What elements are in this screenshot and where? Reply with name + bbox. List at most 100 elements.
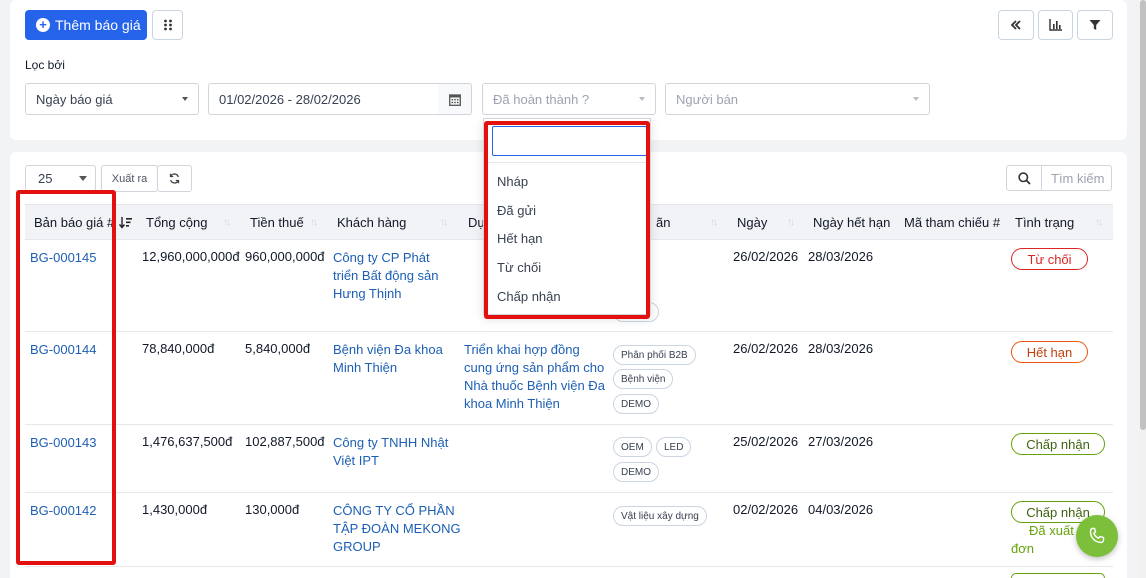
date-range-input[interactable]: 01/02/2026 - 28/02/2026 xyxy=(208,83,439,115)
tax-value: 960,000,000đ xyxy=(245,249,325,264)
sort-icon[interactable]: ↑↓ xyxy=(223,217,231,228)
status-placeholder: Đã hoàn thành ? xyxy=(493,91,590,107)
search-icon xyxy=(1017,171,1031,185)
invoiced-note: Đã xuất đơn xyxy=(1011,522,1074,558)
project-line: Nhà thuốc Bệnh viện Đa xyxy=(464,378,605,393)
refresh-icon xyxy=(169,173,180,184)
customer-line: Hưng Thịnh xyxy=(333,286,402,301)
row-divider xyxy=(25,492,1113,493)
customer-line: CÔNG TY CỔ PHẦN xyxy=(333,503,455,518)
plus-icon: + xyxy=(36,18,50,32)
total-value: 1,430,000đ xyxy=(142,502,208,517)
grid-menu-button[interactable] xyxy=(152,10,183,40)
dropdown-option[interactable]: Nháp xyxy=(497,174,528,189)
customer-link[interactable]: Bệnh viện Đa khoa Minh Thiện xyxy=(333,341,443,377)
phone-icon xyxy=(1089,527,1105,544)
date-value: 26/02/2026 xyxy=(733,341,799,356)
add-quote-button[interactable]: + Thêm báo giá xyxy=(25,10,147,40)
dropdown-option[interactable]: Hết hạn xyxy=(497,231,543,246)
customer-link[interactable]: Công ty CP Phát triển Bất động sản Hưng … xyxy=(333,249,439,303)
status-badge-partial xyxy=(1011,573,1105,578)
scrollbar-thumb[interactable] xyxy=(1140,0,1146,430)
dropdown-option[interactable]: Từ chối xyxy=(497,260,541,275)
sort-desc-icon[interactable] xyxy=(119,217,132,229)
status-badge: Chấp nhận xyxy=(1011,433,1105,455)
customer-line: TẬP ĐOÀN MEKONG xyxy=(333,521,461,536)
filter-button[interactable] xyxy=(1077,10,1113,40)
sort-icon[interactable]: ↑↓ xyxy=(787,217,795,228)
dropdown-option[interactable]: Chấp nhận xyxy=(497,289,561,304)
row-divider xyxy=(25,331,1113,332)
call-button[interactable] xyxy=(1076,515,1118,557)
tag-badge: DEMO xyxy=(613,394,659,414)
header-total[interactable]: Tổng cộng xyxy=(146,215,207,230)
header-quote-id[interactable]: Bản báo giá # xyxy=(34,215,114,230)
header-tags[interactable]: ãn xyxy=(656,215,670,230)
customer-link[interactable]: Công ty TNHH Nhật Việt IPT xyxy=(333,434,448,470)
dropdown-option[interactable]: Đã gửi xyxy=(497,203,536,218)
dropdown-search-input[interactable] xyxy=(492,126,647,156)
expiry-value: 28/03/2026 xyxy=(808,341,874,356)
tag-badge: Phân phối B2B xyxy=(613,345,696,365)
dropdown-divider xyxy=(484,162,650,163)
invoiced-note-line: Đã xuất xyxy=(1029,523,1074,538)
status-badge: Từ chối xyxy=(1011,248,1088,270)
grid-dots-icon xyxy=(163,19,172,31)
quote-id-link[interactable]: BG-000142 xyxy=(30,502,97,520)
quote-id-link[interactable]: BG-000143 xyxy=(30,434,97,452)
header-date[interactable]: Ngày xyxy=(737,215,767,230)
tax-value: 130,000đ xyxy=(245,502,300,517)
customer-line: Công ty TNHH Nhật xyxy=(333,435,449,450)
sort-icon[interactable]: ↑↓ xyxy=(310,217,318,228)
header-customer[interactable]: Khách hàng xyxy=(337,215,406,230)
tag-badge: DEMO xyxy=(613,462,659,482)
date-type-select[interactable]: Ngày báo giá xyxy=(25,83,199,115)
tax-value: 102,887,500đ xyxy=(245,434,325,449)
chart-button[interactable] xyxy=(1038,10,1073,40)
tax-value: 5,840,000đ xyxy=(245,341,311,356)
header-expiry[interactable]: Ngày hết hạn xyxy=(813,215,890,230)
page-size-select[interactable]: 25 xyxy=(25,165,96,191)
search-placeholder: Tìm kiếm xyxy=(1051,170,1105,186)
quote-id-link[interactable]: BG-000145 xyxy=(30,249,97,267)
quote-id-link[interactable]: BG-000144 xyxy=(30,341,97,359)
export-button[interactable]: Xuất ra xyxy=(101,165,158,192)
total-value: 12,960,000,000đ xyxy=(142,249,240,264)
caret-down-icon xyxy=(79,176,87,181)
tag-badge: Bệnh viện xyxy=(613,369,674,389)
sort-icon[interactable]: ↑↓ xyxy=(1095,217,1103,228)
tag-badge: OEM xyxy=(613,437,652,457)
status-select[interactable]: Đã hoàn thành ? xyxy=(482,83,656,115)
caret-down-icon xyxy=(182,97,188,101)
date-value: 25/02/2026 xyxy=(733,434,799,449)
sort-icon[interactable]: ↑↓ xyxy=(710,217,718,228)
calendar-button[interactable] xyxy=(438,83,472,115)
seller-select[interactable]: Người bán xyxy=(665,83,930,115)
filter-icon xyxy=(1089,20,1101,30)
date-value: 02/02/2026 xyxy=(733,502,799,517)
tag-badge: LED xyxy=(656,437,692,457)
project-line: khoa Minh Thiện xyxy=(464,396,560,411)
header-ref[interactable]: Mã tham chiếu # xyxy=(904,215,1000,230)
customer-link[interactable]: CÔNG TY CỔ PHẦN TẬP ĐOÀN MEKONG GROUP xyxy=(333,502,461,556)
caret-down-icon xyxy=(639,97,645,101)
row-divider xyxy=(25,566,1113,567)
caret-down-icon xyxy=(913,97,919,101)
collapse-button[interactable] xyxy=(998,10,1034,40)
customer-line: Việt IPT xyxy=(333,453,380,468)
total-value: 78,840,000đ xyxy=(142,341,215,356)
status-dropdown: Nháp Đã gửi Hết hạn Từ chối Chấp nhận xyxy=(483,118,651,315)
date-range-value: 01/02/2026 - 28/02/2026 xyxy=(219,91,361,107)
reload-button[interactable] xyxy=(157,165,192,192)
tag-badge: Vật liệu xây dựng xyxy=(613,506,707,526)
sort-icon[interactable]: ↑↓ xyxy=(440,217,448,228)
expiry-value: 04/03/2026 xyxy=(808,502,874,517)
header-status[interactable]: Tình trạng xyxy=(1015,215,1074,230)
customer-line: GROUP xyxy=(333,539,381,554)
calendar-icon xyxy=(448,93,461,106)
search-button[interactable] xyxy=(1006,165,1042,191)
project-link[interactable]: Triển khai hợp đồng cung ứng sản phẩm ch… xyxy=(464,341,605,413)
search-input[interactable]: Tìm kiếm xyxy=(1042,165,1112,191)
header-tax[interactable]: Tiền thuế xyxy=(250,215,304,230)
export-label: Xuất ra xyxy=(111,172,148,185)
